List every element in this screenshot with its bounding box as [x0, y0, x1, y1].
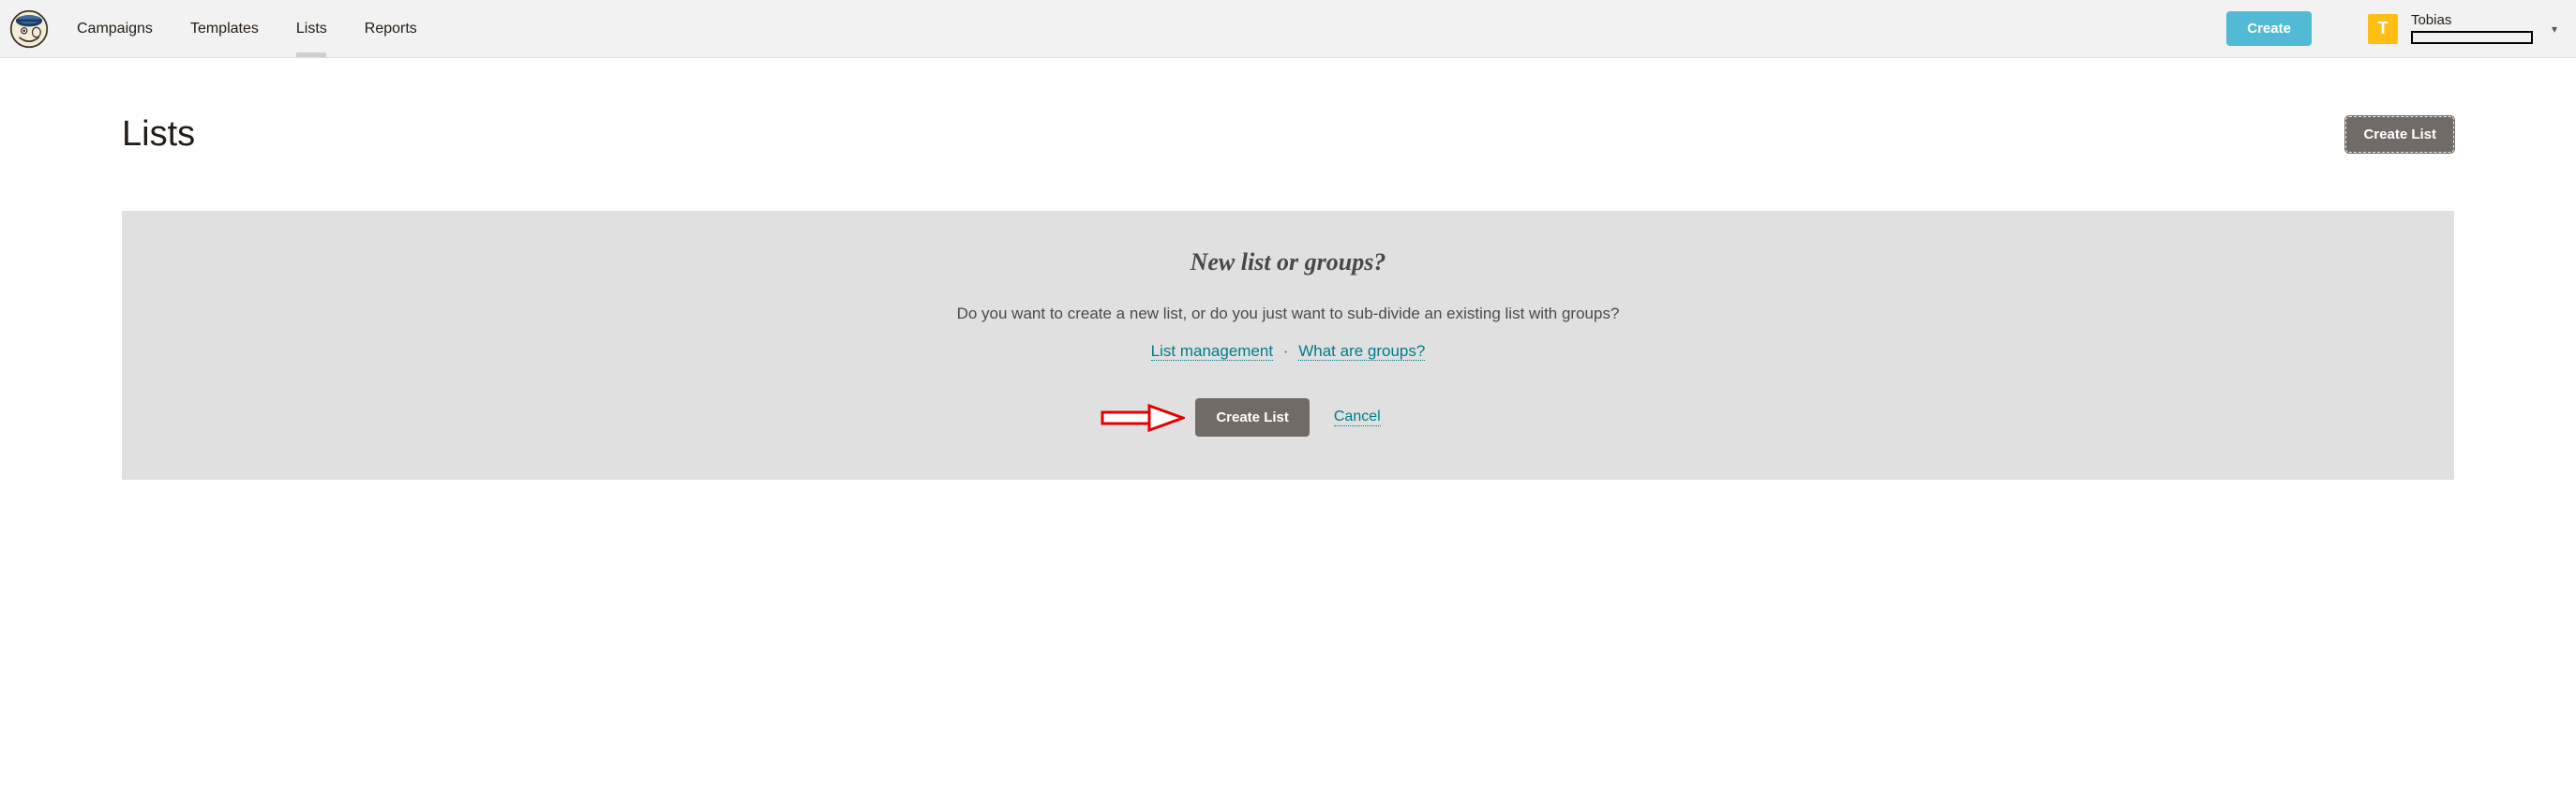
nav-templates[interactable]: Templates: [190, 4, 259, 54]
create-button[interactable]: Create: [2226, 11, 2312, 46]
panel-actions: Create List Cancel: [159, 398, 2417, 437]
account-sub-redacted: [2411, 31, 2533, 44]
account-name: Tobias: [2411, 13, 2533, 29]
mailchimp-logo-icon[interactable]: [9, 9, 49, 49]
account-text: Tobias: [2411, 13, 2533, 44]
panel-heading: New list or groups?: [159, 248, 2417, 276]
separator: ·: [1283, 342, 1289, 360]
create-list-button-top[interactable]: Create List: [2345, 116, 2454, 153]
panel-links: List management · What are groups?: [159, 342, 2417, 361]
nav-lists[interactable]: Lists: [296, 4, 327, 54]
chevron-down-icon: ▾: [2552, 22, 2557, 36]
panel-question: Do you want to create a new list, or do …: [159, 305, 2417, 323]
top-nav: Campaigns Templates Lists Reports Create…: [0, 0, 2576, 58]
nav-reports[interactable]: Reports: [365, 4, 417, 54]
link-list-management[interactable]: List management: [1151, 342, 1273, 361]
cancel-link[interactable]: Cancel: [1334, 409, 1381, 426]
link-what-are-groups[interactable]: What are groups?: [1298, 342, 1425, 361]
page-title: Lists: [122, 114, 195, 155]
new-list-panel: New list or groups? Do you want to creat…: [122, 211, 2454, 480]
account-menu[interactable]: T Tobias ▾: [2368, 13, 2557, 44]
nav-campaigns[interactable]: Campaigns: [77, 4, 153, 54]
annotation-arrow-icon: [1101, 402, 1185, 434]
avatar: T: [2368, 14, 2398, 44]
nav-links: Campaigns Templates Lists Reports: [77, 4, 417, 54]
main: Lists Create List New list or groups? Do…: [0, 58, 2576, 517]
create-list-button[interactable]: Create List: [1195, 398, 1310, 437]
page-header: Lists Create List: [122, 114, 2454, 155]
